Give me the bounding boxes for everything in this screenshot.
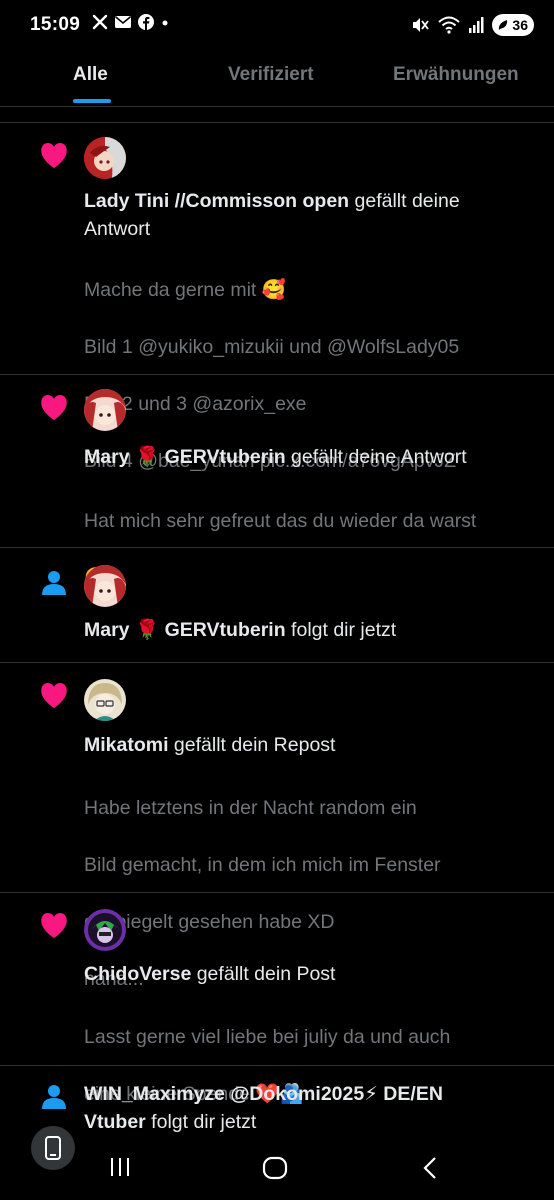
person-icon bbox=[42, 1085, 66, 1109]
mail-icon bbox=[114, 16, 132, 28]
notification-item[interactable]: Mary 🌹 GERVtuberin gefällt deine Antwort… bbox=[0, 375, 554, 589]
avatar[interactable] bbox=[84, 389, 126, 431]
avatar[interactable] bbox=[84, 137, 126, 179]
notification-item[interactable]: Lady Tini //Commisson open gefällt deine… bbox=[0, 123, 554, 472]
active-tab-indicator bbox=[73, 99, 111, 103]
avatar[interactable] bbox=[84, 909, 126, 951]
status-time: 15:09 bbox=[30, 14, 81, 35]
facebook-icon bbox=[138, 14, 154, 30]
avatar[interactable] bbox=[84, 679, 126, 721]
recent-apps-icon[interactable] bbox=[108, 1156, 132, 1178]
actor-name[interactable]: ChidoVerse bbox=[84, 963, 191, 985]
back-icon[interactable] bbox=[421, 1156, 439, 1180]
tab-alle[interactable]: Alle bbox=[73, 64, 108, 86]
status-bar: 15:09 36 bbox=[0, 0, 554, 52]
actor-name[interactable]: Mary 🌹 GERVtuberin bbox=[84, 446, 286, 468]
person-icon bbox=[42, 571, 66, 595]
signal-icon bbox=[469, 17, 484, 33]
battery-icon bbox=[499, 20, 508, 30]
notification-item[interactable]: Mikatomi gefällt dein Repost Habe letzte… bbox=[0, 663, 554, 990]
notification-item[interactable]: Mary 🌹 GERVtuberin folgt dir jetzt bbox=[0, 548, 554, 663]
notification-tabs: Alle Verifiziert Erwähnungen bbox=[0, 52, 554, 106]
actor-name[interactable]: Lady Tini //Commisson open bbox=[84, 190, 349, 212]
heart-icon bbox=[41, 395, 67, 420]
avatar[interactable] bbox=[84, 565, 126, 607]
actor-name[interactable]: WIN_Maximyze @Dokomi2025⚡ DE/EN bbox=[84, 1083, 443, 1105]
heart-icon bbox=[41, 143, 67, 168]
battery-level: 36 bbox=[512, 17, 528, 33]
home-icon[interactable] bbox=[262, 1156, 288, 1180]
heart-icon bbox=[41, 683, 67, 708]
actor-name[interactable]: Mikatomi bbox=[84, 734, 169, 756]
wifi-icon bbox=[438, 16, 461, 34]
x-logo-icon bbox=[92, 14, 108, 30]
battery-indicator: 36 bbox=[492, 14, 534, 36]
notification-text: WIN_Maximyze @Dokomi2025⚡ DE/EN Vtuber f… bbox=[84, 1083, 443, 1133]
notification-text: Lady Tini //Commisson open gefällt deine… bbox=[84, 190, 460, 240]
tab-erwaehnungen[interactable]: Erwähnungen bbox=[393, 64, 519, 86]
tabs-divider bbox=[0, 106, 554, 107]
notification-text: ChidoVerse gefällt dein Post bbox=[84, 963, 336, 985]
dot-icon bbox=[162, 20, 168, 26]
notification-icons bbox=[92, 14, 170, 30]
heart-icon bbox=[41, 913, 67, 938]
notification-text: Mary 🌹 GERVtuberin folgt dir jetzt bbox=[84, 619, 397, 641]
notification-text: Mikatomi gefällt dein Repost bbox=[84, 734, 336, 756]
mute-icon bbox=[413, 18, 430, 32]
tab-verifiziert[interactable]: Verifiziert bbox=[228, 64, 314, 86]
system-icons: 36 bbox=[410, 14, 534, 36]
notification-item[interactable]: ChidoVerse gefällt dein Post Lasst gerne… bbox=[0, 893, 554, 1105]
notification-text: Mary 🌹 GERVtuberin gefällt deine Antwort bbox=[84, 446, 467, 468]
system-nav-bar bbox=[0, 1138, 554, 1200]
actor-name[interactable]: Mary 🌹 GERVtuberin bbox=[84, 619, 286, 641]
